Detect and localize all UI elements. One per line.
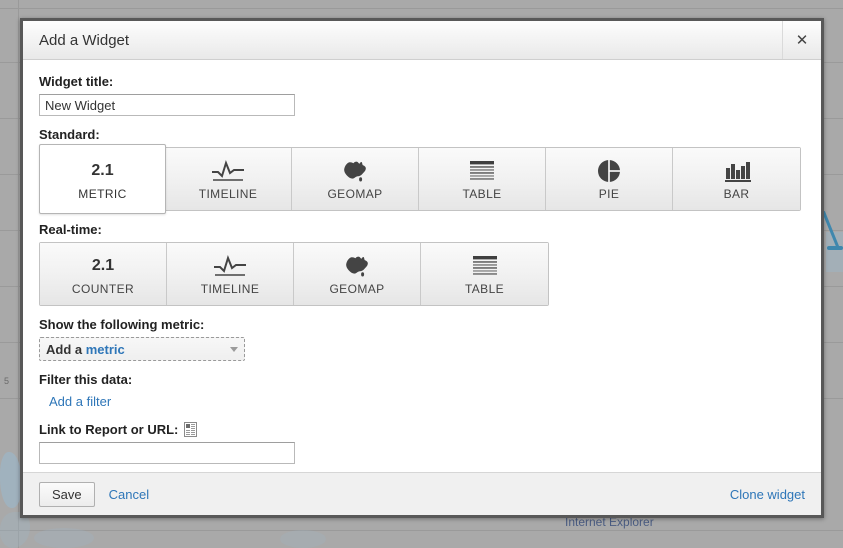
backdrop-gridline xyxy=(0,8,843,9)
close-icon[interactable]: ✕ xyxy=(782,21,821,59)
type-label: TABLE xyxy=(464,281,505,296)
table-rows-icon xyxy=(468,158,496,184)
standard-type-bar[interactable]: BAR xyxy=(673,148,800,210)
cancel-link[interactable]: Cancel xyxy=(109,487,149,502)
map-route-line xyxy=(827,246,843,250)
realtime-section-label: Real-time: xyxy=(39,222,102,237)
bar-chart-icon xyxy=(722,158,752,184)
widget-title-input[interactable] xyxy=(39,94,295,116)
type-label: TABLE xyxy=(462,186,502,201)
table-rows-icon xyxy=(471,253,499,279)
timeline-sparkline-icon xyxy=(213,253,247,279)
type-label: GEOMAP xyxy=(329,281,385,296)
backdrop-gridline xyxy=(0,530,843,531)
filter-section-label: Filter this data: xyxy=(39,372,133,387)
map-landmass xyxy=(280,530,326,548)
link-to-report-label: Link to Report or URL: xyxy=(39,422,179,437)
type-label: BAR xyxy=(723,186,750,201)
type-label: PIE xyxy=(598,186,620,201)
counter-number-icon: 2.1 xyxy=(92,253,114,279)
save-button[interactable]: Save xyxy=(39,481,95,507)
link-url-input[interactable] xyxy=(39,442,295,464)
metric-select-value: Add a metric xyxy=(46,342,230,357)
add-filter-link[interactable]: Add a filter xyxy=(49,394,111,409)
standard-type-pie[interactable]: PIE xyxy=(546,148,673,210)
metric-select-prefix: Add a xyxy=(46,341,86,357)
timeline-sparkline-icon xyxy=(211,158,245,184)
type-label: COUNTER xyxy=(71,281,135,296)
dialog-footer: Save Cancel Clone widget xyxy=(23,472,821,515)
type-label: GEOMAP xyxy=(327,186,383,201)
geomap-australia-icon xyxy=(342,253,372,279)
realtime-type-geomap[interactable]: GEOMAP xyxy=(294,243,421,305)
dialog-body: Widget title: Standard: 2.1 METRIC TIMELIN… xyxy=(23,60,821,472)
type-label: TIMELINE xyxy=(200,281,260,296)
realtime-type-counter[interactable]: 2.1 COUNTER xyxy=(40,243,167,305)
add-widget-dialog: Add a Widget ✕ Widget title: Standard: 2… xyxy=(20,18,824,518)
dialog-titlebar: Add a Widget ✕ xyxy=(23,21,821,60)
standard-widget-type-group: 2.1 METRIC TIMELINE GEOMAP TABLE PIE BAR xyxy=(39,144,801,214)
metric-select[interactable]: Add a metric xyxy=(39,337,245,361)
standard-type-timeline[interactable]: TIMELINE xyxy=(165,148,292,210)
type-label: METRIC xyxy=(78,186,127,201)
realtime-type-timeline[interactable]: TIMELINE xyxy=(167,243,294,305)
type-label: TIMELINE xyxy=(198,186,258,201)
standard-type-geomap[interactable]: GEOMAP xyxy=(292,148,419,210)
standard-type-metric[interactable]: 2.1 METRIC xyxy=(39,144,166,214)
metric-select-accent: metric xyxy=(85,341,125,357)
realtime-type-table[interactable]: TABLE xyxy=(421,243,548,305)
realtime-widget-type-group: 2.1 COUNTER TIMELINE GEOMAP TABLE xyxy=(39,242,549,306)
metric-value-glyph: 2.1 xyxy=(91,256,115,274)
metric-value-glyph: 2.1 xyxy=(91,161,114,179)
geomap-australia-icon xyxy=(340,158,370,184)
report-picker-icon[interactable] xyxy=(184,422,198,437)
clone-widget-link[interactable]: Clone widget xyxy=(730,487,805,502)
map-landmass xyxy=(34,528,94,548)
close-glyph: ✕ xyxy=(795,31,809,49)
metric-section-label: Show the following metric: xyxy=(39,317,205,332)
widget-title-label: Widget title: xyxy=(39,74,114,89)
standard-section-label: Standard: xyxy=(39,127,100,142)
link-to-report-row: Link to Report or URL: xyxy=(39,422,805,437)
pie-chart-icon xyxy=(596,158,622,184)
chevron-down-icon xyxy=(230,346,238,352)
backdrop-scale-label: 5 xyxy=(4,376,10,386)
metric-number-icon: 2.1 xyxy=(91,158,113,184)
dialog-title: Add a Widget xyxy=(39,31,130,49)
standard-type-table[interactable]: TABLE xyxy=(419,148,546,210)
